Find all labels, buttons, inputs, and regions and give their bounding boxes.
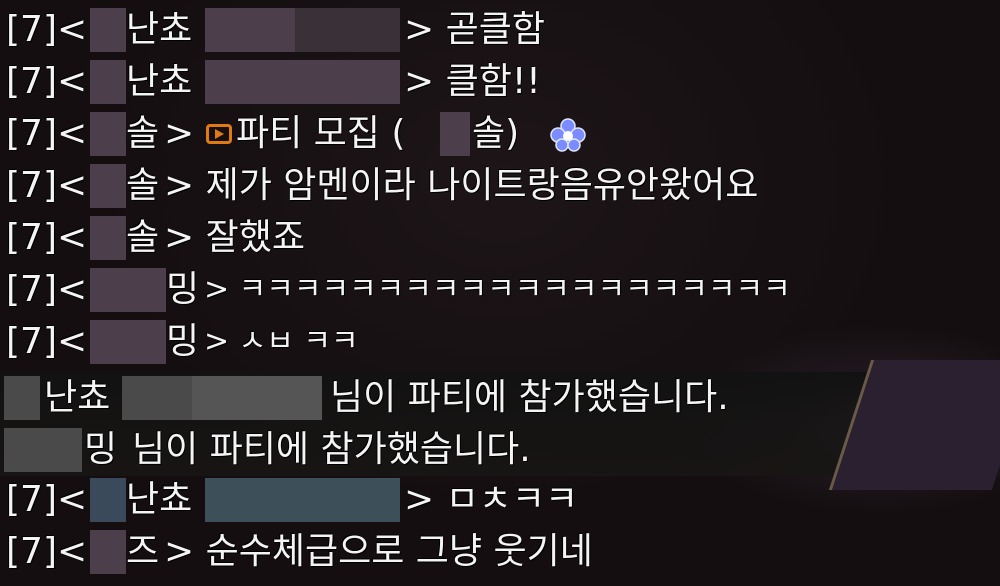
- chat-message: > ㅁㅊㅋㅋ: [404, 479, 579, 520]
- chat-message: > 잘했죠: [164, 217, 305, 258]
- sender-name[interactable]: 솔: [126, 214, 159, 262]
- censored-name-block: [440, 112, 470, 156]
- chat-message: > 순수체급으로 그냥 웃기네: [164, 531, 593, 572]
- censored-name-block: [295, 8, 400, 52]
- chat-message: > ㅋㅋㅋㅋㅋㅋㅋㅋㅋㅋㅋㅋㅋㅋㅋㅋㅋㅋㅋㅋ: [204, 272, 791, 307]
- party-recruit-link[interactable]: 파티 모집 (: [236, 110, 405, 158]
- chat-message: > 제가 암멘이라 나이트랑음유안왔어요: [164, 165, 759, 206]
- chat-message: > 클함!!: [404, 61, 541, 102]
- system-message: 님이 파티에 참가했습니다.: [132, 429, 531, 470]
- censored-name-block: [205, 478, 400, 522]
- sender-name[interactable]: 밍: [166, 318, 199, 366]
- censored-name-block: [205, 8, 295, 52]
- party-recruit-icon[interactable]: [206, 124, 232, 144]
- sender-name[interactable]: 난쵸: [126, 6, 192, 54]
- channel-prefix: [7]<: [6, 9, 88, 50]
- censored-name-block: [90, 268, 166, 312]
- channel-prefix: [7]<: [6, 217, 88, 258]
- game-chat-window: [7]< 난쵸 > 곧클함 [7]< 난쵸 > 클함!! [7]< 솔 > 파티…: [0, 0, 1000, 586]
- censored-name-block: [205, 60, 400, 104]
- flower-icon: [550, 118, 586, 152]
- channel-prefix: [7]<: [6, 269, 88, 310]
- censored-name-block: [90, 216, 126, 260]
- sender-name[interactable]: 솔: [126, 162, 159, 210]
- sender-name[interactable]: 즈: [126, 528, 159, 576]
- channel-prefix: [7]<: [6, 531, 88, 572]
- censored-name-block: [4, 376, 40, 420]
- party-recruit-link-end[interactable]: 솔): [472, 110, 519, 158]
- censored-name-block: [90, 164, 126, 208]
- channel-prefix: [7]<: [6, 165, 88, 206]
- channel-prefix: [7]<: [6, 321, 88, 362]
- censored-name-block: [4, 428, 82, 472]
- channel-prefix: [7]<: [6, 61, 88, 102]
- censored-name-block: [90, 530, 126, 574]
- channel-prefix: [7]<: [6, 113, 88, 154]
- system-message: 님이 파티에 참가했습니다.: [330, 377, 729, 418]
- chat-message: > ㅅㅂ ㅋㅋ: [204, 324, 359, 359]
- censored-name-block: [90, 320, 166, 364]
- joined-player-name: 밍: [84, 429, 118, 470]
- sender-name[interactable]: 밍: [166, 266, 199, 314]
- censored-name-block: [90, 478, 126, 522]
- channel-prefix: [7]<: [6, 479, 88, 520]
- censored-name-block: [90, 8, 126, 52]
- sender-name[interactable]: 난쵸: [126, 476, 192, 524]
- censored-name-block: [122, 376, 192, 420]
- sender-name[interactable]: 솔: [126, 110, 159, 158]
- censored-name-block: [90, 60, 126, 104]
- chat-message-separator: >: [164, 113, 195, 154]
- censored-name-block: [192, 376, 322, 420]
- chat-message: > 곧클함: [404, 9, 545, 50]
- joined-player-name: 난쵸: [44, 377, 111, 418]
- censored-name-block: [90, 112, 126, 156]
- sender-name[interactable]: 난쵸: [126, 58, 192, 106]
